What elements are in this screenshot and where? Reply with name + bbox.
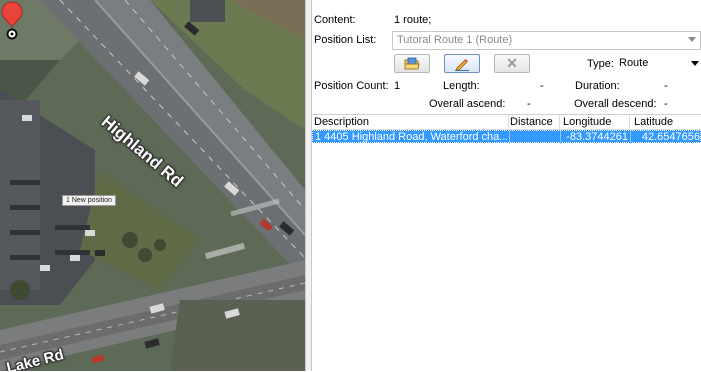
table-row[interactable]: 1 4405 Highland Road, Waterford cha... -… <box>312 130 701 144</box>
folder-open-icon <box>404 57 420 70</box>
cell-description: 1 4405 Highland Road, Waterford cha... <box>315 131 507 143</box>
map-pin-icon[interactable] <box>0 0 24 40</box>
column-header-description[interactable]: Description <box>314 116 369 128</box>
marker-label: 1 New position <box>62 195 116 206</box>
type-label: Type: <box>587 58 614 70</box>
type-select[interactable]: Route <box>615 55 701 74</box>
positions-table[interactable]: Description Distance Longitude Latitude … <box>312 114 701 372</box>
delete-button[interactable]: ✕ <box>494 54 530 73</box>
map-view[interactable]: Highland Rd Lake Rd 1 New position <box>0 0 305 371</box>
ascend-value: - <box>527 98 531 110</box>
descend-label: Overall descend: <box>574 98 657 110</box>
content-value: 1 route; <box>394 14 432 26</box>
length-value: - <box>540 80 544 92</box>
position-list-value: Tutoral Route 1 (Route) <box>397 34 513 46</box>
duration-value: - <box>664 80 668 92</box>
content-label: Content: <box>314 14 356 26</box>
cell-latitude: 42.6547656 <box>641 131 700 143</box>
position-count-value: 1 <box>394 80 401 92</box>
satellite-imagery <box>0 0 305 371</box>
ascend-label: Overall ascend: <box>429 98 506 110</box>
column-header-longitude[interactable]: Longitude <box>563 116 611 128</box>
table-header: Description Distance Longitude Latitude <box>312 115 701 130</box>
position-list-label: Position List: <box>314 34 377 46</box>
column-header-latitude[interactable]: Latitude <box>634 116 673 128</box>
edit-button[interactable] <box>444 54 480 73</box>
chevron-down-icon <box>691 61 699 66</box>
route-panel: Content: 1 route; Position List: Tutoral… <box>312 0 701 371</box>
chevron-down-icon <box>688 37 696 42</box>
pane-splitter[interactable] <box>305 0 312 371</box>
duration-label: Duration: <box>575 80 620 92</box>
position-count-label: Position Count: <box>314 80 389 92</box>
descend-value: - <box>664 98 668 110</box>
pencil-icon <box>455 58 469 71</box>
cell-longitude: -83.3744261 <box>566 131 628 143</box>
x-icon: ✕ <box>506 55 518 71</box>
open-button[interactable] <box>394 54 430 73</box>
length-label: Length: <box>443 80 480 92</box>
position-list-dropdown[interactable]: Tutoral Route 1 (Route) <box>392 31 701 50</box>
column-header-distance[interactable]: Distance <box>510 116 553 128</box>
type-value: Route <box>619 57 649 69</box>
